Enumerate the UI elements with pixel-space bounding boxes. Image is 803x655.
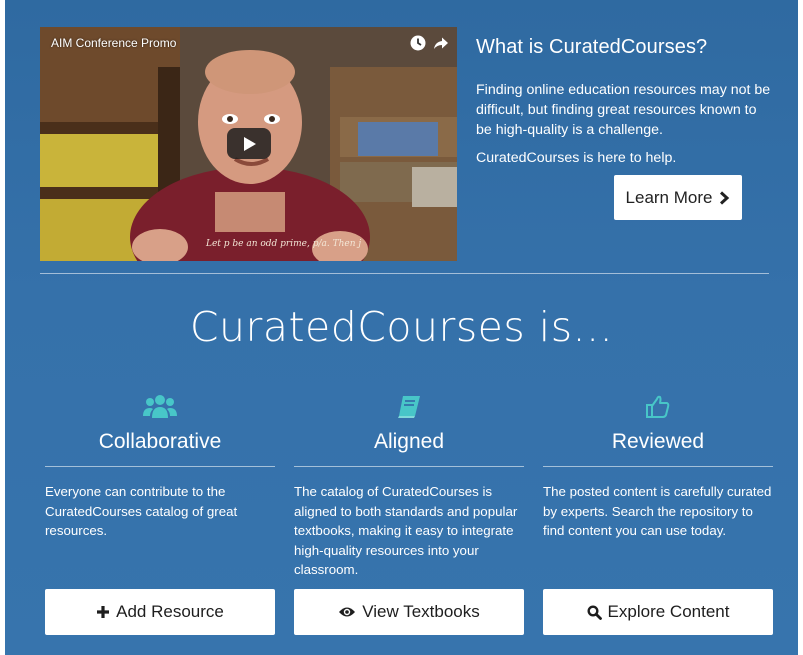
share-icon[interactable]: [431, 34, 449, 52]
feature-title: Reviewed: [611, 430, 705, 453]
view-textbooks-label: View Textbooks: [362, 602, 480, 621]
shirt-text: Let p be an odd prime, p/a. Then j: [205, 239, 361, 249]
search-icon: [587, 604, 602, 620]
play-icon[interactable]: [227, 128, 271, 159]
divider: [45, 466, 275, 467]
intro-section: What is CuratedCourses? Finding online e…: [476, 36, 776, 166]
eye-icon: [339, 607, 356, 617]
divider: [294, 466, 524, 467]
view-textbooks-button[interactable]: View Textbooks: [294, 589, 524, 635]
page-headline: CuratedCourses is...: [189, 303, 614, 351]
feature-title: Aligned: [373, 430, 445, 453]
feature-collaborative: Collaborative Everyone can contribute to…: [45, 390, 275, 538]
add-resource-button[interactable]: Add Resource: [45, 589, 275, 635]
thumbs-up-icon: [646, 395, 670, 418]
intro-heading: What is CuratedCourses?: [476, 36, 708, 58]
learn-more-label: Learn More: [625, 187, 713, 207]
video-player[interactable]: Let p be an odd prime, p/a. Then j AIM C…: [40, 27, 457, 261]
feature-description: Everyone can contribute to the CuratedCo…: [45, 484, 238, 538]
book-icon: [398, 396, 420, 418]
divider: [543, 466, 773, 467]
learn-more-button[interactable]: Learn More: [614, 175, 742, 220]
explore-content-button[interactable]: Explore Content: [543, 589, 773, 635]
feature-title: Collaborative: [98, 430, 222, 453]
feature-reviewed: Reviewed The posted content is carefully…: [543, 390, 773, 538]
chevron-right-icon: [720, 190, 730, 205]
clock-icon[interactable]: [409, 34, 427, 52]
explore-content-label: Explore Content: [607, 602, 730, 621]
intro-paragraph-1: Finding online education resources may n…: [476, 82, 771, 138]
feature-aligned: Aligned The catalog of CuratedCourses is…: [294, 390, 524, 577]
plus-icon: [97, 606, 110, 618]
intro-paragraph-2: CuratedCourses is here to help.: [476, 150, 677, 166]
users-icon: [143, 395, 177, 418]
feature-description: The catalog of CuratedCourses is aligned…: [294, 484, 518, 577]
video-title: AIM Conference Promo: [51, 36, 177, 50]
feature-description: The posted content is carefully curated …: [543, 484, 772, 538]
add-resource-label: Add Resource: [116, 602, 224, 621]
divider: [40, 273, 769, 274]
